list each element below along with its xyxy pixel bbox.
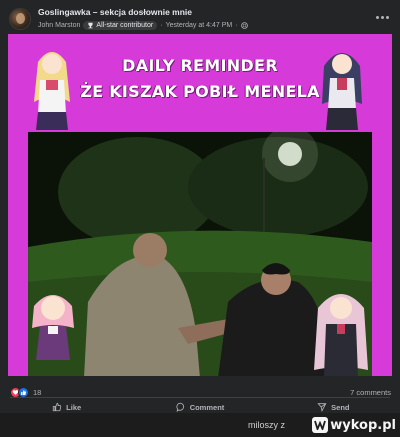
contributor-badge[interactable]: All-star contributor <box>83 21 158 30</box>
send-label: Send <box>331 402 350 412</box>
like-label: Like <box>66 402 82 412</box>
anime-character-long-hair-icon <box>312 280 370 376</box>
meta-separator: · <box>160 22 163 29</box>
caption-line-1: DAILY REMINDER <box>122 56 278 75</box>
trophy-icon <box>88 22 94 29</box>
meme-image[interactable]: DAILY REMINDER ŻE KISZAK POBIŁ MENELA <box>8 34 392 376</box>
post-meta: John Marston All-star contributor · Yest… <box>38 21 248 30</box>
audience-icon <box>240 22 248 29</box>
comment-icon <box>176 402 184 412</box>
anime-character-pink-chibi-icon <box>30 282 76 360</box>
meta-separator-2: · <box>235 22 238 29</box>
post-timestamp[interactable]: Yesterday at 4:47 PM <box>166 22 233 29</box>
meme-caption: DAILY REMINDER ŻE KISZAK POBIŁ MENELA <box>70 53 330 105</box>
watermark-user: miloszy z <box>247 420 285 430</box>
caption-line-2: ŻE KISZAK POBIŁ MENELA <box>80 82 320 101</box>
post-header: Goslingawka – sekcja dosłownie mnie John… <box>0 0 400 34</box>
wykop-logo-text: wykop.pl <box>330 417 396 433</box>
author-name[interactable]: John Marston <box>38 22 80 29</box>
watermark-bar: miloszy z wykop.pl <box>0 413 400 437</box>
comments-count[interactable]: 7 comments <box>350 388 391 397</box>
group-name[interactable]: Goslingawka – sekcja dosłownie mnie <box>38 7 192 17</box>
post-card: Goslingawka – sekcja dosłownie mnie John… <box>0 0 400 413</box>
anime-character-blonde-icon <box>28 42 76 130</box>
send-icon <box>317 403 327 412</box>
more-options-icon[interactable] <box>374 12 390 22</box>
wykop-logo: wykop.pl <box>312 416 396 434</box>
comment-label: Comment <box>189 402 225 412</box>
wykop-logo-icon <box>312 417 329 433</box>
badge-label: All-star contributor <box>96 22 154 29</box>
reaction-count[interactable]: 18 <box>33 388 41 397</box>
anime-character-dark-hair-icon <box>316 40 368 130</box>
group-avatar[interactable] <box>9 8 31 30</box>
thumbs-up-icon <box>52 402 62 412</box>
